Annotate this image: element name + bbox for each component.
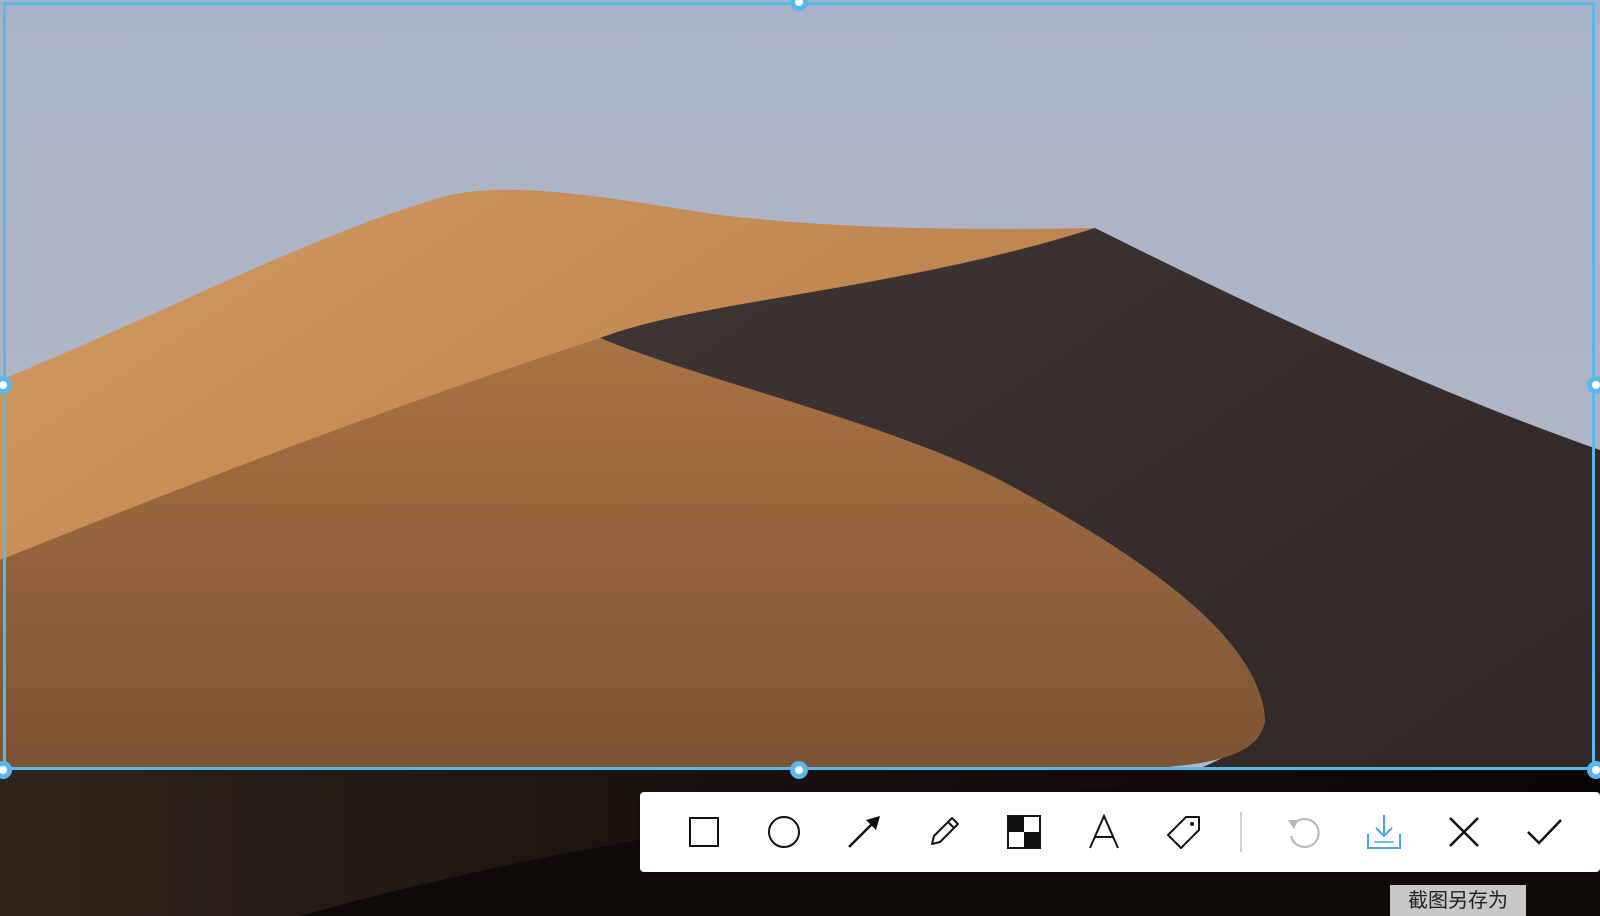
selection-area[interactable]: [3, 2, 1595, 770]
pencil-icon: [931, 817, 959, 845]
download-icon: [1367, 815, 1401, 849]
resize-handle-bottom-right[interactable]: [1587, 761, 1600, 779]
square-icon: [689, 817, 719, 847]
save-as-button[interactable]: [1360, 808, 1408, 856]
resize-handle-bottom-center[interactable]: [790, 761, 808, 779]
label-tool[interactable]: [1160, 808, 1208, 856]
rectangle-tool[interactable]: [680, 808, 728, 856]
undo-button[interactable]: [1280, 808, 1328, 856]
pencil-tool[interactable]: [920, 808, 968, 856]
arrow-icon: [848, 816, 880, 848]
confirm-button[interactable]: [1520, 808, 1568, 856]
undo-icon: [1288, 818, 1320, 849]
circle-icon: [768, 816, 800, 848]
mosaic-tool[interactable]: [1000, 808, 1048, 856]
mosaic-icon: [1007, 815, 1041, 849]
tag-icon: [1167, 816, 1200, 849]
text-icon: [1089, 813, 1119, 849]
screenshot-toolbar: [640, 792, 1600, 872]
toolbar-divider: [1240, 812, 1242, 852]
check-icon: [1527, 819, 1562, 845]
ellipse-tool[interactable]: [760, 808, 808, 856]
cancel-button[interactable]: [1440, 808, 1488, 856]
save-as-tooltip: 截图另存为: [1390, 885, 1526, 916]
text-tool[interactable]: [1080, 808, 1128, 856]
resize-handle-right-middle[interactable]: [1587, 376, 1600, 394]
close-icon: [1449, 817, 1479, 847]
arrow-tool[interactable]: [840, 808, 888, 856]
